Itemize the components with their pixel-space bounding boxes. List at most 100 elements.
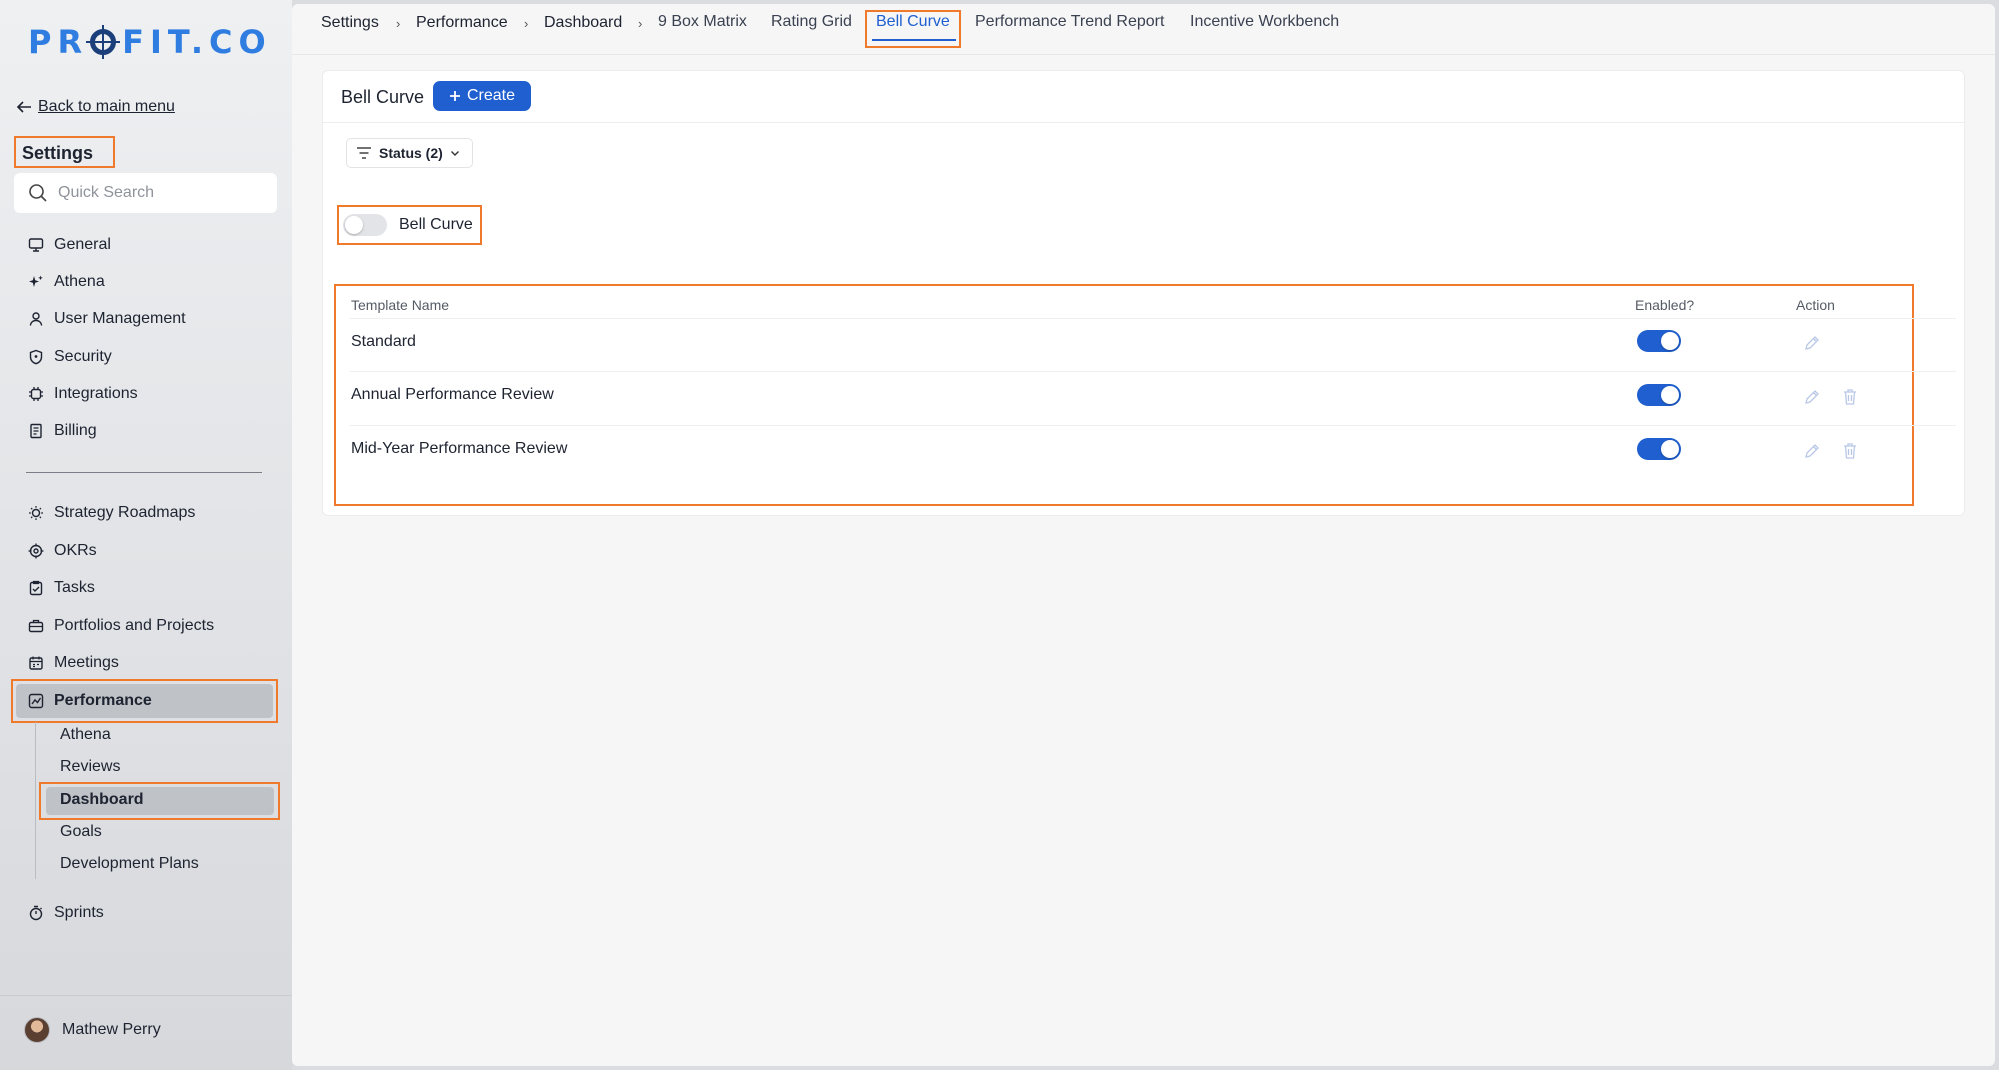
template-name-cell: Annual Performance Review <box>351 386 554 403</box>
tab-performance-trend-report[interactable]: Performance Trend Report <box>975 13 1164 31</box>
bell-curve-toggle[interactable] <box>343 214 387 236</box>
card-title: Bell Curve <box>341 87 425 107</box>
receipt-icon <box>30 423 42 439</box>
shield-icon <box>29 349 43 365</box>
sidebar-item-label: Strategy Roadmaps <box>54 504 196 521</box>
chart-line-icon <box>28 693 44 709</box>
sidebar-subitem-reviews[interactable]: Reviews <box>60 758 120 778</box>
sidebar-item-label: Meetings <box>54 654 119 671</box>
bell-curve-card: Bell Curve Create Status (2) Bell Curve … <box>322 70 1965 516</box>
settings-title: Settings <box>14 136 115 168</box>
sidebar-item-label: General <box>54 236 111 253</box>
sidebar-item-tasks[interactable]: Tasks <box>28 577 95 599</box>
row-divider <box>350 425 1956 426</box>
sidebar-item-sprints[interactable]: Sprints <box>28 902 104 924</box>
sidebar-subitem-dashboard[interactable]: Dashboard <box>60 791 144 811</box>
sidebar-item-label: Billing <box>54 422 97 439</box>
submenu-guide-line <box>35 722 36 879</box>
status-filter-dropdown[interactable]: Status (2) <box>346 138 473 168</box>
user-name: Mathew Perry <box>62 1021 161 1038</box>
sidebar-item-label: Performance <box>54 692 152 709</box>
user-icon <box>29 312 43 326</box>
edit-pencil-icon[interactable] <box>1802 333 1822 353</box>
avatar <box>24 1017 50 1043</box>
card-header: Bell Curve Create <box>323 71 1964 123</box>
toggle-knob <box>1661 332 1679 350</box>
edit-pencil-icon[interactable] <box>1802 441 1822 461</box>
delete-trash-icon[interactable] <box>1841 387 1859 407</box>
delete-trash-icon[interactable] <box>1841 441 1859 461</box>
clipboard-check-icon <box>29 580 43 596</box>
row-enabled-toggle[interactable] <box>1637 438 1681 460</box>
sidebar-item-label: Athena <box>54 273 105 290</box>
logo-target-icon <box>90 29 117 55</box>
toggle-knob <box>1661 440 1679 458</box>
sidebar-item-label: OKRs <box>54 542 97 559</box>
bulb-icon <box>29 506 43 520</box>
arrow-left-icon <box>16 101 31 113</box>
breadcrumb-performance[interactable]: Performance <box>416 14 508 32</box>
create-button-label: Create <box>466 87 516 104</box>
plus-icon <box>449 91 460 101</box>
toggle-knob <box>345 216 363 234</box>
row-divider <box>350 371 1956 372</box>
back-to-main-menu-link[interactable]: Back to main menu <box>16 98 175 116</box>
user-profile[interactable]: Mathew Perry <box>24 1017 161 1043</box>
bell-curve-toggle-label: Bell Curve <box>399 216 473 233</box>
tab-incentive-workbench[interactable]: Incentive Workbench <box>1190 13 1339 31</box>
column-header-enabled: Enabled? <box>1635 297 1695 313</box>
sidebar-item-billing[interactable]: Billing <box>28 420 97 442</box>
column-header-template-name: Template Name <box>351 297 450 313</box>
sidebar-item-label: Sprints <box>54 904 104 921</box>
sidebar: PR FIT.CO Back to main menu Settings Gene… <box>0 0 292 1070</box>
breadcrumb-separator-icon: › <box>396 16 401 31</box>
sidebar-item-integrations[interactable]: Integrations <box>28 383 138 405</box>
sidebar-item-performance[interactable]: Performance <box>28 690 152 712</box>
quick-search-input[interactable] <box>58 184 258 202</box>
logo-text-right: FIT.CO <box>122 23 272 61</box>
breadcrumb-separator-icon: › <box>638 16 643 31</box>
user-separator <box>0 995 292 996</box>
target-icon <box>28 543 44 559</box>
sidebar-subitem-goals[interactable]: Goals <box>60 823 102 843</box>
toggle-knob <box>1661 386 1679 404</box>
sparkle-icon <box>29 275 43 287</box>
sidebar-subitem-development-plans[interactable]: Development Plans <box>60 855 199 875</box>
calendar-icon <box>29 656 43 670</box>
row-enabled-toggle[interactable] <box>1637 330 1681 352</box>
sidebar-item-label: User Management <box>54 310 186 327</box>
template-name-cell: Standard <box>351 333 416 350</box>
tab-9-box-matrix[interactable]: 9 Box Matrix <box>658 13 747 31</box>
sidebar-item-user-management[interactable]: User Management <box>28 308 186 330</box>
monitor-icon <box>28 238 44 252</box>
back-link-label: Back to main menu <box>38 98 175 115</box>
profit-co-logo[interactable]: PR FIT.CO <box>28 23 272 61</box>
tab-bell-curve[interactable]: Bell Curve <box>876 13 950 31</box>
status-filter-label: Status (2) <box>379 145 443 161</box>
sidebar-item-athena[interactable]: Athena <box>28 271 105 293</box>
sidebar-item-portfolios-and-projects[interactable]: Portfolios and Projects <box>28 615 214 637</box>
sidebar-item-label: Portfolios and Projects <box>54 617 215 634</box>
filter-icon <box>357 147 371 159</box>
breadcrumb-dashboard[interactable]: Dashboard <box>544 14 622 32</box>
column-header-action: Action <box>1796 297 1835 313</box>
stopwatch-icon <box>29 905 43 921</box>
create-button[interactable]: Create <box>433 81 531 111</box>
sidebar-divider <box>26 472 262 473</box>
sidebar-item-general[interactable]: General <box>28 234 111 256</box>
quick-search-box[interactable] <box>14 173 277 213</box>
bell-curve-toggle-group: Bell Curve <box>337 205 482 245</box>
briefcase-icon <box>28 619 44 633</box>
sidebar-item-meetings[interactable]: Meetings <box>28 652 119 674</box>
row-enabled-toggle[interactable] <box>1637 384 1681 406</box>
edit-pencil-icon[interactable] <box>1802 387 1822 407</box>
top-navigation: Settings › Performance › Dashboard › 9 B… <box>292 4 1995 55</box>
sidebar-item-label: Tasks <box>54 579 95 596</box>
sidebar-item-okrs[interactable]: OKRs <box>28 540 97 562</box>
sidebar-item-label: Security <box>54 348 112 365</box>
sidebar-item-strategy-roadmaps[interactable]: Strategy Roadmaps <box>28 502 195 524</box>
tab-rating-grid[interactable]: Rating Grid <box>771 13 852 31</box>
sidebar-item-security[interactable]: Security <box>28 346 112 368</box>
sidebar-subitem-athena[interactable]: Athena <box>60 726 111 746</box>
breadcrumb-settings[interactable]: Settings <box>321 14 379 32</box>
